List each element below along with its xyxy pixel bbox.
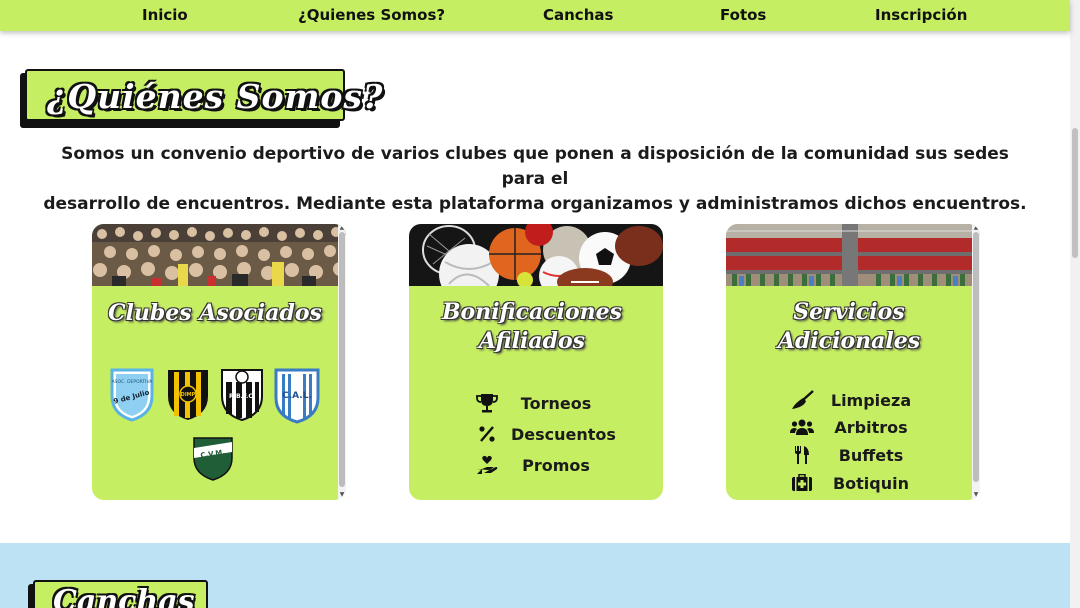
club-dimp-crest-icon[interactable]: DIMP	[166, 366, 210, 426]
canchas-heading: Canchas	[28, 580, 208, 608]
list-item-arbitros[interactable]: Arbitros	[790, 416, 916, 438]
crowd-photo	[92, 224, 346, 286]
list-item-label: Promos	[522, 455, 590, 475]
list-item-limpieza[interactable]: Limpieza	[790, 389, 916, 411]
users-icon	[790, 416, 814, 438]
heading-box: Canchas	[33, 580, 208, 608]
utensils-icon	[790, 444, 814, 466]
club-9-de-julio-crest-icon[interactable]: ASOC. DEPORTIVA 9 de Julio	[110, 366, 154, 426]
trophy-icon	[475, 392, 499, 414]
card-scrollbar-thumb[interactable]	[973, 232, 979, 482]
about-intro-line-1: Somos un convenio deportivo de varios cl…	[61, 144, 1009, 189]
nav-link-inscripcion[interactable]: Inscripción	[875, 6, 967, 24]
svg-text:C.A.L.: C.A.L.	[282, 391, 312, 401]
scroll-down-arrow-icon[interactable]: ▼	[973, 492, 979, 498]
list-item-descuentos[interactable]: Descuentos	[475, 423, 616, 445]
list-item-label: Botiquin	[832, 473, 910, 493]
card-title-line-2: Afiliados	[478, 328, 586, 354]
about-title: ¿Quiénes Somos?	[47, 77, 384, 116]
card-title-servicios: Servicios Adicionales	[726, 298, 972, 356]
svg-text:ASOC. DEPORTIVA: ASOC. DEPORTIVA	[112, 379, 154, 385]
about-intro-line-2: desarrollo de encuentros. Mediante esta …	[43, 194, 1027, 214]
list-item-label: Limpieza	[830, 390, 912, 410]
card-title-clubes: Clubes Asociados	[108, 300, 322, 326]
scroll-down-arrow-icon[interactable]: ▼	[339, 492, 345, 498]
bar-shelves-photo	[726, 224, 980, 286]
svg-text:DIMP: DIMP	[181, 392, 196, 398]
nav-link-fotos[interactable]: Fotos	[720, 6, 766, 24]
about-heading: ¿Quiénes Somos?	[20, 69, 382, 128]
top-navbar: Inicio ¿Quienes Somos? Canchas Fotos Ins…	[0, 0, 1070, 31]
svg-text:R.B.F.C.: R.B.F.C.	[229, 393, 255, 400]
list-item-botiquin[interactable]: Botiquin	[790, 472, 916, 494]
sports-balls-photo	[409, 224, 663, 286]
scroll-up-arrow-icon[interactable]: ▲	[973, 225, 979, 231]
card-servicios: Servicios Adicionales Limpieza Arbitros …	[726, 224, 980, 500]
nav-link-canchas[interactable]: Canchas	[543, 6, 613, 24]
card-scrollbar-thumb[interactable]	[339, 232, 345, 487]
heading-box: ¿Quiénes Somos?	[25, 69, 382, 121]
page-scrollbar-thumb[interactable]	[1072, 128, 1078, 258]
broom-icon	[790, 389, 814, 411]
list-item-promos[interactable]: Promos	[475, 454, 601, 476]
hand-heart-icon	[475, 454, 499, 476]
list-item-label: Buffets	[838, 445, 904, 465]
list-item-buffets[interactable]: Buffets	[790, 444, 916, 466]
club-rbfc-crest-icon[interactable]: R.B.F.C.	[220, 366, 264, 426]
list-item-label: Torneos	[520, 393, 592, 413]
list-item-torneos[interactable]: Torneos	[475, 392, 601, 414]
card-title-line-1: Bonificaciones	[441, 299, 623, 325]
first-aid-icon	[790, 472, 814, 494]
page-scrollbar[interactable]	[1070, 0, 1080, 608]
card-bonificaciones: Bonificaciones Afiliados Torneos Descuen…	[409, 224, 663, 500]
card-scrollbar[interactable]: ▲ ▼	[338, 224, 346, 500]
card-clubes-asociados: Clubes Asociados ASOC. DEPORTIVA 9 de Ju…	[92, 224, 346, 500]
club-cvm-crest-icon[interactable]: C.V.M.	[192, 434, 234, 486]
card-title-line-1: Servicios	[793, 299, 905, 325]
card-scrollbar[interactable]: ▲ ▼	[972, 224, 980, 500]
scroll-up-arrow-icon[interactable]: ▲	[339, 225, 345, 231]
nav-link-quienes-somos[interactable]: ¿Quienes Somos?	[298, 6, 445, 24]
canchas-title: Canchas	[53, 584, 195, 608]
club-cal-crest-icon[interactable]: C.A.L.	[274, 366, 320, 428]
list-item-label: Descuentos	[511, 424, 616, 444]
percent-icon	[475, 423, 499, 445]
list-item-label: Arbitros	[834, 417, 908, 437]
card-title-bonificaciones: Bonificaciones Afiliados	[409, 298, 655, 356]
card-title-line-2: Adicionales	[777, 328, 921, 354]
about-intro: Somos un convenio deportivo de varios cl…	[40, 142, 1030, 217]
nav-link-inicio[interactable]: Inicio	[142, 6, 188, 24]
